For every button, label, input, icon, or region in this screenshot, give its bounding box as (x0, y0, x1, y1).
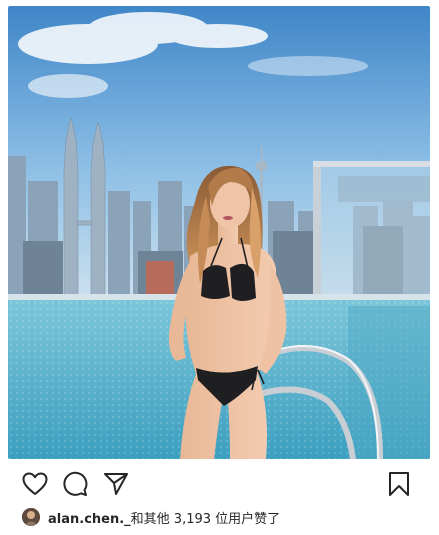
heart-outline-icon[interactable] (20, 469, 50, 499)
instagram-post: alan.chen._和其他 3,193 位用户赞了 (0, 0, 439, 535)
liker-username[interactable]: alan.chen._ (48, 512, 131, 527)
paper-plane-icon[interactable] (101, 469, 131, 499)
likes-summary: alan.chen._和其他 3,193 位用户赞了 (22, 506, 280, 528)
avatar[interactable] (22, 508, 40, 526)
post-action-bar (0, 463, 439, 503)
likes-text: alan.chen._和其他 3,193 位用户赞了 (48, 508, 280, 527)
comment-bubble-icon[interactable] (60, 469, 90, 499)
bookmark-icon[interactable] (384, 469, 414, 499)
post-photo[interactable] (8, 6, 430, 459)
likes-count-text[interactable]: 和其他 3,193 位用户赞了 (131, 512, 280, 527)
post-photo-illustration (8, 6, 430, 459)
